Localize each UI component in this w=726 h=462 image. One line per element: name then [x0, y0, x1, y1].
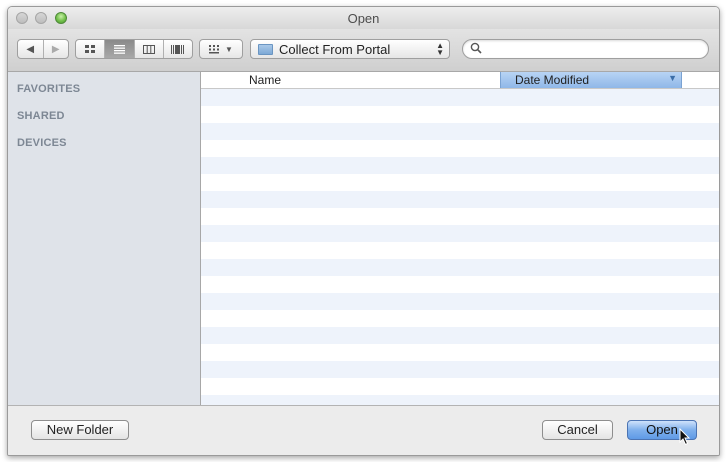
- location-label: Collect From Portal: [279, 42, 391, 57]
- open-dialog-window: Open ◀ ▶ ▼ Collect From Portal ▲ ▼ FAVOR…: [7, 6, 720, 456]
- up-down-arrows-icon: ▲ ▼: [436, 41, 444, 57]
- column-header-date-modified[interactable]: Date Modified ▼: [500, 72, 682, 88]
- new-folder-button[interactable]: New Folder: [31, 420, 129, 440]
- location-popup[interactable]: Collect From Portal ▲ ▼: [250, 39, 450, 59]
- window-title: Open: [347, 11, 380, 26]
- sidebar-header-shared[interactable]: SHARED: [17, 110, 65, 122]
- coverflow-view-button[interactable]: [164, 40, 192, 58]
- sort-descending-icon: ▼: [668, 73, 677, 83]
- arrange-button[interactable]: ▼: [199, 39, 243, 59]
- column-view-button[interactable]: [135, 40, 164, 58]
- arrange-icon: [209, 44, 220, 53]
- icon-view-button[interactable]: [76, 40, 106, 58]
- icon-view-icon: [84, 44, 95, 53]
- bottom-bar: New Folder Cancel Open: [8, 405, 719, 455]
- sidebar-header-favorites[interactable]: FAVORITES: [17, 83, 80, 95]
- search-icon: [470, 42, 482, 54]
- column-header-row: Name Date Modified ▼: [201, 72, 719, 89]
- search-input[interactable]: [485, 41, 704, 59]
- column-header-date-label: Date Modified: [515, 73, 590, 87]
- back-button[interactable]: ◀: [18, 40, 44, 58]
- forward-button[interactable]: ▶: [44, 40, 69, 58]
- sidebar: FAVORITES SHARED DEVICES: [8, 72, 201, 405]
- cancel-button[interactable]: Cancel: [542, 420, 613, 440]
- toolbar: ◀ ▶ ▼ Collect From Portal ▲ ▼: [8, 29, 719, 72]
- mouse-cursor-icon: [679, 428, 691, 446]
- title-bar: Open: [8, 7, 719, 29]
- coverflow-view-icon: [171, 44, 185, 54]
- sidebar-header-devices[interactable]: DEVICES: [17, 137, 67, 149]
- view-mode-control: [75, 39, 193, 59]
- column-header-name[interactable]: Name: [249, 73, 281, 87]
- arrange-button-content: ▼: [200, 40, 242, 58]
- forward-arrow-icon: ▶: [51, 43, 60, 55]
- column-view-icon: [142, 44, 155, 54]
- file-list[interactable]: Name Date Modified ▼: [201, 72, 719, 405]
- list-view-icon: [113, 44, 125, 54]
- chevron-down-icon: ▼: [225, 44, 233, 54]
- search-field[interactable]: [462, 39, 709, 59]
- list-view-button[interactable]: [105, 40, 135, 58]
- folder-icon: [258, 44, 273, 55]
- back-forward-control: ◀ ▶: [17, 39, 69, 59]
- back-arrow-icon: ◀: [26, 43, 35, 55]
